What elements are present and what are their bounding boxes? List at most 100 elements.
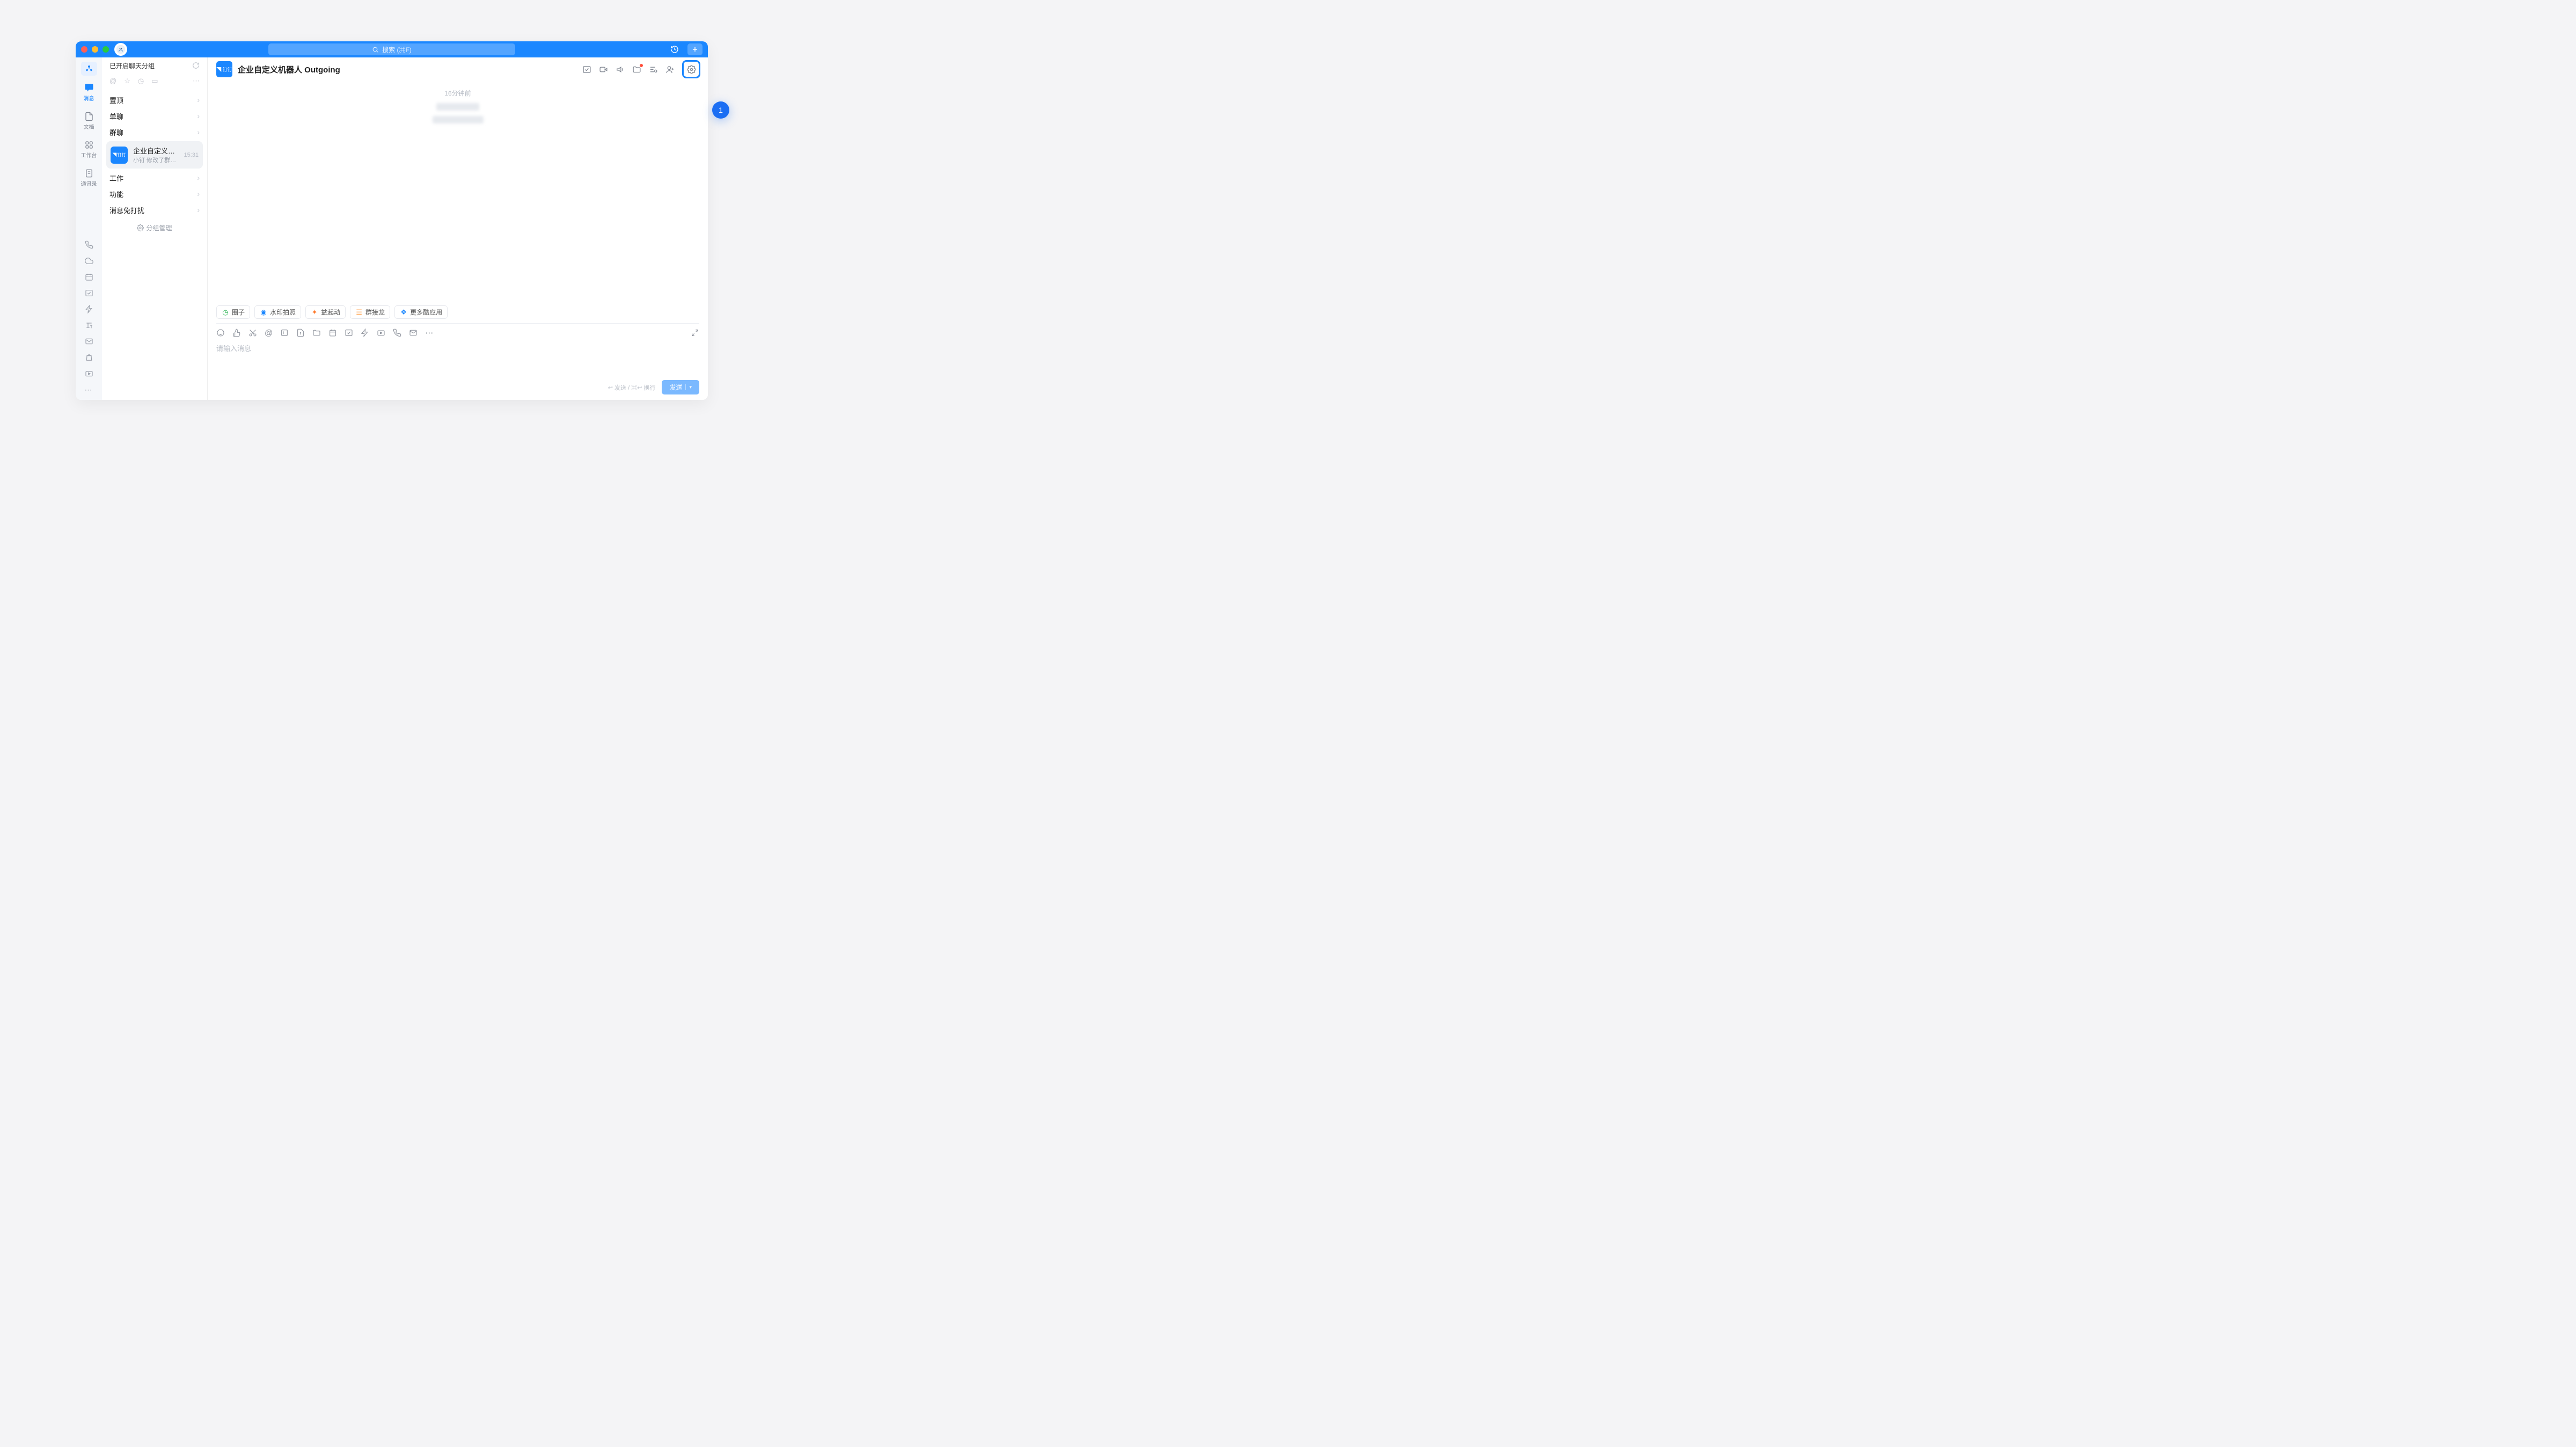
sidebar-header: 已开启聊天分组 <box>102 57 207 74</box>
chevron-right-icon: › <box>197 96 200 104</box>
sidebar-section-direct[interactable]: 单聊 › <box>102 108 207 124</box>
sidebar-section-pinned[interactable]: 置顶 › <box>102 92 207 108</box>
app-chip-sport[interactable]: ✦ 益起动 <box>305 305 346 319</box>
section-label: 置顶 <box>109 95 123 105</box>
app-chip-circle[interactable]: ◷ 圈子 <box>216 305 250 319</box>
sidebar-section-work[interactable]: 工作 › <box>102 170 207 186</box>
callout-badge: 1 <box>712 101 729 119</box>
filter-star-icon[interactable]: ☆ <box>124 77 130 85</box>
chat-avatar: ◥钉钉 <box>111 147 128 164</box>
section-label: 单聊 <box>109 111 123 121</box>
add-member-icon[interactable] <box>665 65 675 74</box>
nav-contacts[interactable]: 通讯录 <box>78 165 100 191</box>
video-icon[interactable] <box>599 65 608 74</box>
upload-file-icon[interactable] <box>296 328 305 337</box>
filter-more-icon[interactable]: ⋯ <box>193 77 200 85</box>
nav-messages[interactable]: 消息 <box>78 79 100 105</box>
nav-label: 通讯录 <box>81 179 97 187</box>
maximize-window-button[interactable] <box>103 46 109 53</box>
search-placeholder: 搜索 (⌘F) <box>382 45 412 54</box>
section-label: 功能 <box>109 189 123 199</box>
send-button[interactable]: 发送 ▾ <box>662 380 699 394</box>
bolt-icon[interactable] <box>85 305 93 313</box>
phone-icon[interactable] <box>85 240 93 249</box>
add-button[interactable] <box>687 43 702 55</box>
chat-info: 企业自定义机器... 小钉 修改了群头像 <box>133 145 178 164</box>
minimize-window-button[interactable] <box>92 46 98 53</box>
filter-device-icon[interactable]: ▭ <box>151 77 158 85</box>
folder-icon[interactable] <box>632 65 641 74</box>
sidebar-section-feature[interactable]: 功能 › <box>102 186 207 202</box>
nav-docs[interactable]: 文档 <box>78 108 100 134</box>
chevron-right-icon: › <box>197 206 200 214</box>
search-in-chat-icon[interactable] <box>649 65 658 74</box>
expand-icon[interactable] <box>691 328 699 337</box>
live-icon[interactable] <box>377 328 385 337</box>
main: ◥ 钉钉 企业自定义机器人 Outgoing 16分钟前 <box>208 57 708 400</box>
card-icon[interactable] <box>280 328 289 337</box>
more-icon[interactable]: ⋯ <box>425 328 434 338</box>
nav-bottom: ⋯ <box>76 240 102 394</box>
app-chip-more[interactable]: ❖ 更多酷应用 <box>394 305 448 319</box>
app-chip-watermark[interactable]: ◉ 水印拍照 <box>254 305 301 319</box>
body: 消息 文档 工作台 通讯录 <box>76 57 708 400</box>
nav-label: 文档 <box>84 122 94 130</box>
sidebar-manage-groups[interactable]: 分组管理 <box>102 218 207 238</box>
chat-title: 企业自定义机器人 Outgoing <box>238 64 340 75</box>
cloud-icon[interactable] <box>85 257 93 265</box>
mail-icon[interactable] <box>409 328 418 337</box>
close-window-button[interactable] <box>81 46 87 53</box>
chevron-right-icon: › <box>197 173 200 182</box>
chat-list-item[interactable]: ◥钉钉 企业自定义机器... 小钉 修改了群头像 15:31 <box>106 141 203 169</box>
section-label: 群聊 <box>109 127 123 137</box>
sidebar-section-group[interactable]: 群聊 › <box>102 124 207 140</box>
chevron-right-icon: › <box>197 112 200 120</box>
app-chip-chain[interactable]: ☰ 群接龙 <box>350 305 390 319</box>
nav-org[interactable] <box>81 62 97 76</box>
folder-icon[interactable] <box>312 328 321 337</box>
section-label: 工作 <box>109 173 123 183</box>
sidebar-section-dnd[interactable]: 消息免打扰 › <box>102 202 207 218</box>
send-row: ↩ 发送 / ⌘↩ 换行 发送 ▾ <box>208 377 708 400</box>
chip-label: 水印拍照 <box>270 308 296 317</box>
bag-icon[interactable] <box>85 353 93 362</box>
chat-body: 16分钟前 <box>208 81 708 302</box>
search-input[interactable]: 搜索 (⌘F) <box>268 43 515 55</box>
chip-label: 益起动 <box>321 308 340 317</box>
cut-icon[interactable] <box>248 328 257 337</box>
filter-at-icon[interactable]: @ <box>109 77 116 85</box>
callout-number: 1 <box>719 106 723 114</box>
nav-label: 工作台 <box>81 151 97 159</box>
message-input[interactable] <box>216 343 699 375</box>
settings-icon[interactable] <box>682 60 700 78</box>
chevron-right-icon: › <box>197 128 200 136</box>
emoji-icon[interactable] <box>216 328 225 337</box>
chip-label: 圈子 <box>232 308 245 317</box>
sidebar-header-label: 已开启聊天分组 <box>109 61 155 70</box>
composer-toolbar: @ ⋯ <box>208 325 708 341</box>
titlebar-right <box>667 43 702 55</box>
calendar-icon[interactable] <box>328 328 337 337</box>
todo-icon[interactable] <box>582 65 591 74</box>
nav-workbench[interactable]: 工作台 <box>78 137 100 162</box>
refresh-icon[interactable] <box>192 62 200 69</box>
app-avatar[interactable] <box>114 43 127 56</box>
mention-icon[interactable]: @ <box>265 328 273 338</box>
live-icon[interactable] <box>85 369 93 378</box>
check-icon[interactable] <box>85 289 93 297</box>
send-label: 发送 <box>669 383 682 392</box>
like-icon[interactable] <box>232 328 241 337</box>
flash-icon[interactable] <box>361 328 369 337</box>
announce-icon[interactable] <box>616 65 625 74</box>
task-icon[interactable] <box>345 328 353 337</box>
calendar-icon[interactable] <box>85 273 93 281</box>
chat-timestamp: 16分钟前 <box>444 89 471 98</box>
history-button[interactable] <box>667 43 682 55</box>
more-icon[interactable]: ⋯ <box>85 385 93 394</box>
app-window: 搜索 (⌘F) 消息 文档 <box>76 41 708 400</box>
call-icon[interactable] <box>393 328 401 337</box>
filter-clock-icon[interactable]: ◷ <box>138 77 144 85</box>
mail-icon[interactable] <box>85 337 93 346</box>
send-dropdown-icon[interactable]: ▾ <box>685 384 692 390</box>
text-icon[interactable] <box>85 321 93 330</box>
